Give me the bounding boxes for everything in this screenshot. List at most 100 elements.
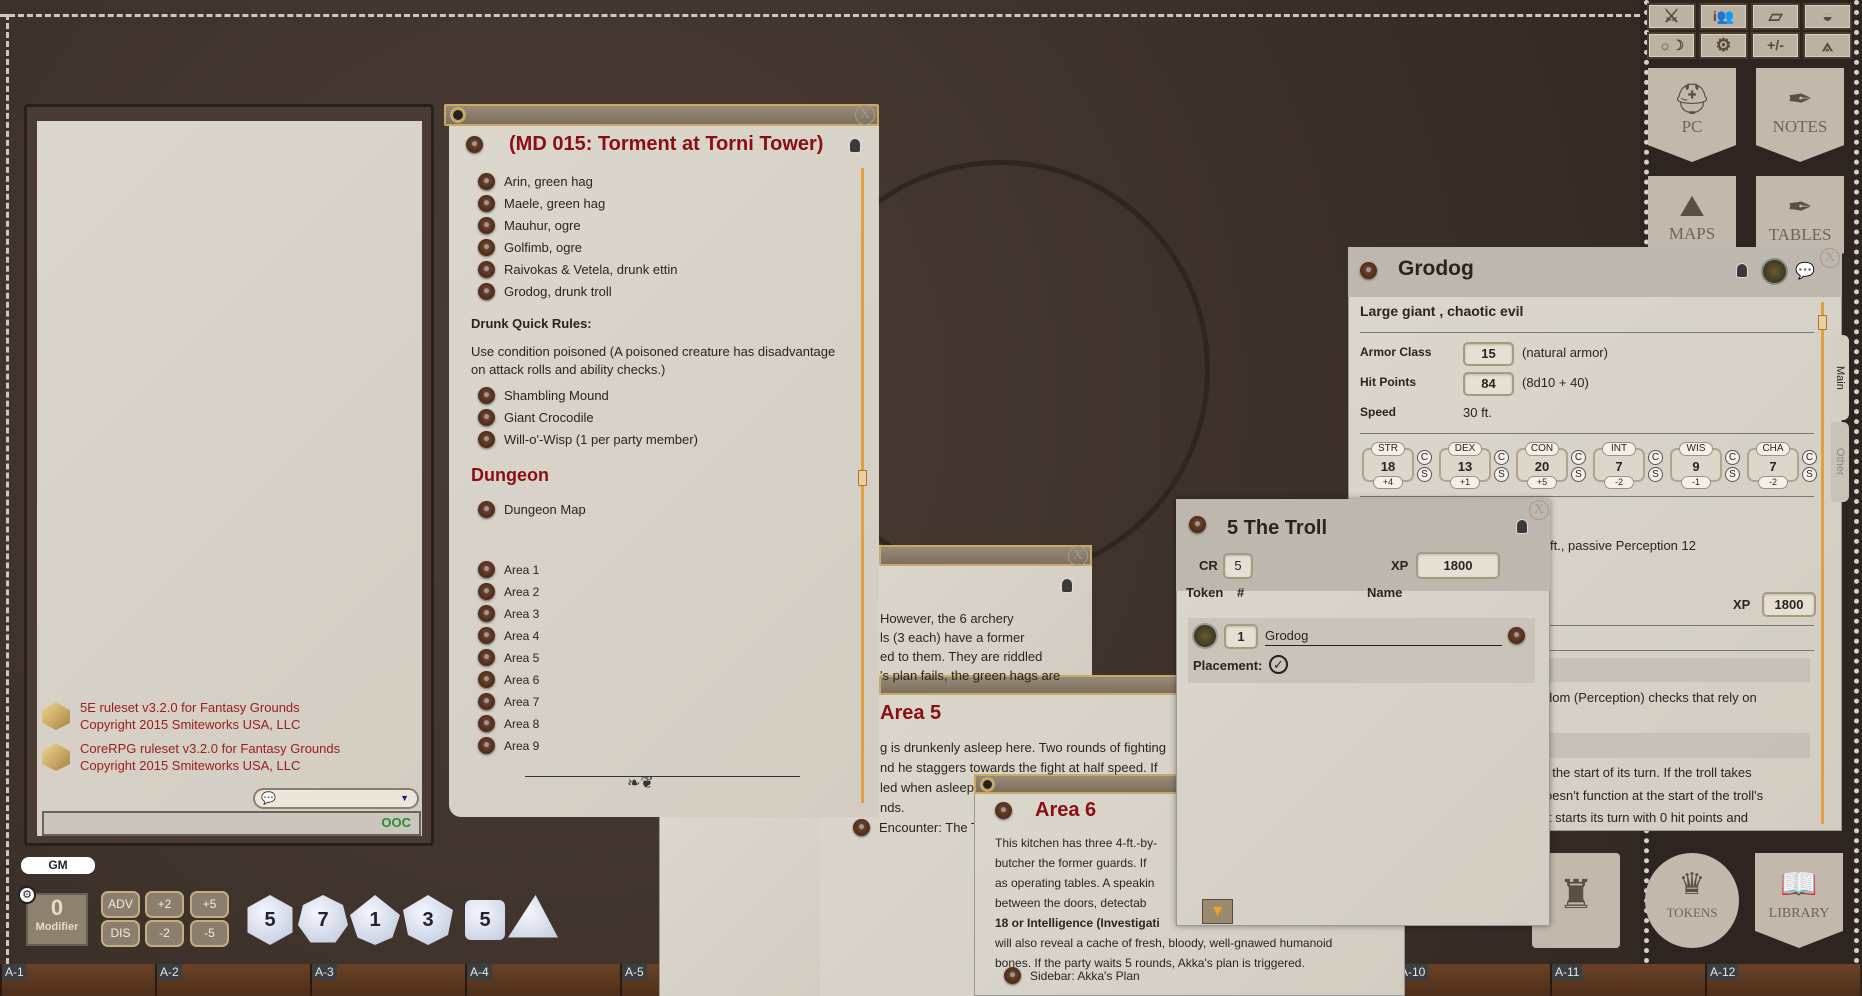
- ability-wis[interactable]: WIS 9 -1 C S: [1670, 442, 1740, 489]
- check-roll-button[interactable]: C: [1648, 450, 1663, 465]
- ability-str[interactable]: STR 18 +4 C S: [1362, 442, 1432, 489]
- save-roll-button[interactable]: S: [1494, 467, 1509, 482]
- name-field[interactable]: Grodog: [1265, 626, 1502, 646]
- npc-token[interactable]: [1761, 258, 1788, 285]
- clear-modifier-gear-icon[interactable]: ⚙: [18, 886, 36, 904]
- encounter-xp-field[interactable]: 1800: [1416, 552, 1500, 579]
- link-icon[interactable]: [478, 173, 495, 190]
- link-icon[interactable]: [478, 501, 495, 518]
- sidebar-library-button[interactable]: 📖 LIBRARY: [1755, 853, 1843, 948]
- placement-check-icon[interactable]: ✓: [1269, 655, 1288, 674]
- link-icon[interactable]: [478, 605, 495, 622]
- link-icon[interactable]: [478, 409, 495, 426]
- ability-dex[interactable]: DEX 13 +1 C S: [1439, 442, 1509, 489]
- modifier-button[interactable]: DIS: [101, 920, 140, 947]
- scroll-thumb[interactable]: [858, 470, 867, 486]
- link-icon[interactable]: [853, 819, 870, 836]
- check-roll-button[interactable]: C: [1417, 450, 1432, 465]
- lock-icon[interactable]: [849, 138, 861, 153]
- cr-field[interactable]: 5: [1223, 553, 1253, 579]
- link-icon[interactable]: [478, 561, 495, 578]
- tab-main[interactable]: Main: [1831, 335, 1849, 420]
- ability-con[interactable]: CON 20 +5 C S: [1516, 442, 1586, 489]
- dice-d10[interactable]: 1: [350, 895, 400, 945]
- lock-icon[interactable]: [1516, 519, 1528, 534]
- encounter-title[interactable]: 5 The Troll: [1227, 517, 1327, 540]
- npc-name[interactable]: Grodog: [1398, 257, 1474, 281]
- toolbar-crossed-swords-button[interactable]: ⚔: [1647, 3, 1696, 30]
- senses-value[interactable]: ft., passive Perception 12: [1550, 538, 1696, 553]
- modifier-button[interactable]: ADV: [101, 891, 140, 918]
- ability-cha[interactable]: CHA 7 -2 C S: [1747, 442, 1817, 489]
- modifier-button[interactable]: -5: [190, 920, 229, 947]
- lock-icon[interactable]: [1736, 263, 1748, 278]
- speech-bubble-icon[interactable]: 💬: [1795, 261, 1815, 281]
- story-title-bar[interactable]: X: [444, 104, 879, 126]
- modifier-box[interactable]: 0 Modifier: [26, 893, 88, 946]
- hp-note[interactable]: (8d10 + 40): [1522, 375, 1589, 390]
- deliver-envelope-icon[interactable]: ▼: [1202, 899, 1233, 924]
- toolbar-modifiers-button[interactable]: +/-: [1751, 32, 1800, 59]
- sidebar-pc-button[interactable]: ⛑ PC: [1648, 68, 1736, 162]
- link-icon[interactable]: [478, 387, 495, 404]
- dice-d12[interactable]: 7: [298, 895, 348, 943]
- snippet-title-bar[interactable]: X: [879, 545, 1092, 566]
- modifier-button[interactable]: +5: [190, 891, 229, 918]
- link-icon[interactable]: [478, 431, 495, 448]
- chat-input[interactable]: OOC: [42, 811, 421, 836]
- close-icon[interactable]: X: [855, 105, 875, 125]
- toolbar-compass-button[interactable]: ⟑: [1803, 32, 1852, 59]
- save-roll-button[interactable]: S: [1417, 467, 1432, 482]
- link-icon[interactable]: [1360, 262, 1377, 279]
- ability-int[interactable]: INT 7 -2 C S: [1593, 442, 1663, 489]
- sidebar-notes-button[interactable]: ✒ NOTES: [1756, 68, 1844, 162]
- check-roll-button[interactable]: C: [1571, 450, 1586, 465]
- speed-value[interactable]: 30 ft.: [1463, 405, 1492, 420]
- link-icon[interactable]: [478, 239, 495, 256]
- save-roll-button[interactable]: S: [1802, 467, 1817, 482]
- ac-note[interactable]: (natural armor): [1522, 345, 1608, 360]
- dice-d6[interactable]: 5: [465, 900, 505, 940]
- link-icon[interactable]: [478, 195, 495, 212]
- link-icon[interactable]: [478, 649, 495, 666]
- save-roll-button[interactable]: S: [1648, 467, 1663, 482]
- save-roll-button[interactable]: S: [1725, 467, 1740, 482]
- link-icon[interactable]: [478, 583, 495, 600]
- toolbar-calendar-button[interactable]: ▱: [1751, 3, 1800, 30]
- check-roll-button[interactable]: C: [1802, 450, 1817, 465]
- check-roll-button[interactable]: C: [1494, 450, 1509, 465]
- close-icon[interactable]: X: [1529, 500, 1549, 520]
- close-icon[interactable]: X: [1068, 546, 1088, 566]
- close-icon[interactable]: X: [1820, 248, 1840, 268]
- check-roll-button[interactable]: C: [1725, 450, 1740, 465]
- scroll-thumb[interactable]: [1818, 315, 1827, 330]
- link-icon[interactable]: [478, 283, 495, 300]
- chat-mode-dropdown[interactable]: 💬 ▼: [253, 788, 419, 809]
- dice-d4[interactable]: [508, 895, 558, 938]
- link-icon[interactable]: [995, 802, 1012, 819]
- hp-field[interactable]: 84: [1463, 372, 1514, 396]
- link-icon[interactable]: [1189, 516, 1206, 533]
- link-icon[interactable]: [478, 715, 495, 732]
- save-roll-button[interactable]: S: [1571, 467, 1586, 482]
- count-field[interactable]: 1: [1224, 624, 1258, 649]
- dice-d8[interactable]: 3: [403, 895, 453, 945]
- link-icon[interactable]: [478, 261, 495, 278]
- link-icon[interactable]: [466, 136, 483, 153]
- tab-other[interactable]: Other: [1831, 422, 1849, 502]
- link-icon[interactable]: [478, 627, 495, 644]
- modifier-button[interactable]: -2: [145, 920, 184, 947]
- lock-icon[interactable]: [1061, 578, 1073, 593]
- dice-d20[interactable]: 5: [247, 895, 293, 945]
- toolbar-sun-moon-button[interactable]: ☼☽: [1647, 32, 1696, 59]
- identity-label-gm[interactable]: GM: [21, 857, 95, 874]
- npc-xp-field[interactable]: 1800: [1762, 592, 1816, 617]
- toolbar-palette-button[interactable]: ◒: [1803, 3, 1852, 30]
- toolbar-settings-gear-button[interactable]: ⚙: [1699, 32, 1748, 59]
- link-icon[interactable]: [478, 693, 495, 710]
- link-icon[interactable]: [478, 671, 495, 688]
- link-icon[interactable]: [478, 737, 495, 754]
- link-icon[interactable]: [1508, 627, 1525, 644]
- modifier-button[interactable]: +2: [145, 891, 184, 918]
- token-image[interactable]: [1192, 623, 1218, 649]
